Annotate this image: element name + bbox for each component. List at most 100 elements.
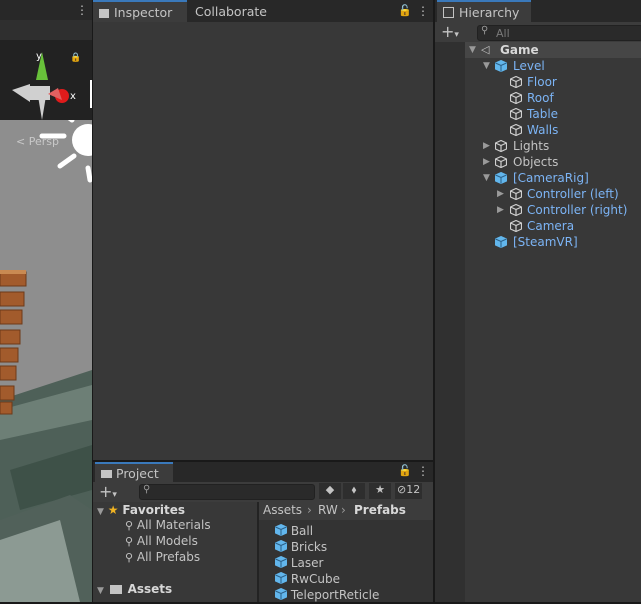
tab-collaborate[interactable]: Collaborate [189, 0, 273, 22]
scene-menu-icon[interactable]: ⋮ [76, 4, 88, 16]
project-panel: Project 🔓 ⋮ +▾ ⚲ ◆ ⬧ ★ ⊘12 ▼ ★ Favorites… [93, 462, 433, 602]
hierarchy-item-label: Walls [527, 123, 559, 137]
collapse-arrow-icon[interactable]: ▶ [483, 138, 490, 154]
gameobject-icon [494, 155, 508, 169]
create-button[interactable]: +▾ [99, 482, 117, 501]
lock-icon[interactable]: 🔒 [70, 53, 81, 63]
axis-y-label: y [36, 51, 42, 62]
asset-item-label: Bricks [290, 540, 328, 554]
collapse-arrow-icon[interactable]: ▶ [497, 186, 504, 202]
hierarchy-item-label: Floor [527, 75, 557, 89]
eye-slash-icon: ⊘ [397, 483, 407, 496]
hierarchy-tabbar: Hierarchy [435, 0, 641, 22]
tab-inspector-label: Inspector [114, 5, 173, 20]
prefab-icon [275, 523, 287, 540]
expand-arrow-icon[interactable]: ▼ [97, 586, 104, 596]
asset-item[interactable]: Ball [275, 523, 313, 539]
gameobject-icon [495, 171, 507, 185]
asset-item[interactable]: Laser [275, 555, 323, 571]
assets-row[interactable]: ▼ Assets [97, 581, 172, 597]
folder-icon [101, 470, 112, 478]
hidden-count: 12 [406, 483, 421, 496]
project-tree: ▼ ★ Favorites ⚲ All Materials ⚲ All Model… [93, 502, 257, 602]
favorite-item[interactable]: ⚲ All Materials [125, 517, 211, 533]
hierarchy-item[interactable]: Table [435, 106, 641, 122]
breadcrumb-assets[interactable]: Assets [263, 503, 302, 517]
scene-panel: ⋮ y x 🔒 < Persp [0, 0, 92, 602]
project-toolbar: +▾ ⚲ ◆ ⬧ ★ ⊘12 [93, 482, 433, 502]
project-menu-icon[interactable]: ⋮ [417, 465, 429, 477]
hierarchy-item-label: Camera [527, 219, 575, 233]
filter-by-label-icon[interactable]: ⬧ [343, 483, 365, 499]
asset-item[interactable]: RwCube [275, 571, 340, 587]
gameobject-icon [509, 107, 523, 121]
asset-item-label: Ball [290, 524, 314, 538]
hierarchy-item[interactable]: Camera [435, 218, 641, 234]
hierarchy-item[interactable]: ▶ Objects [435, 154, 641, 170]
lock-icon[interactable]: 🔓 [398, 4, 412, 17]
create-button[interactable]: +▾ [441, 22, 459, 41]
favorites-row[interactable]: ▼ ★ Favorites [97, 502, 185, 518]
favorite-item[interactable]: ⚲ All Prefabs [125, 549, 200, 565]
collapse-arrow-icon[interactable]: ▶ [483, 154, 490, 170]
search-icon: ⚲ [481, 25, 489, 36]
scene-root-label: Game [500, 43, 539, 57]
gameobject-icon [494, 139, 508, 153]
hierarchy-item[interactable]: ▶ Lights [435, 138, 641, 154]
persp-label[interactable]: < Persp [16, 135, 59, 148]
scene-root-row[interactable]: ▼ ◁ Game [435, 42, 641, 58]
folder-icon [109, 585, 122, 594]
hierarchy-item[interactable]: ▼ Level [435, 58, 641, 74]
tab-inspector[interactable]: Inspector [93, 0, 187, 22]
favorite-item-label: All Materials [136, 518, 211, 532]
prefab-icon [275, 555, 287, 572]
chevron-right-icon: › [307, 503, 312, 517]
lock-icon[interactable]: 🔓 [398, 464, 412, 477]
hierarchy-item[interactable]: Floor [435, 74, 641, 90]
prefab-icon [275, 539, 287, 556]
favorite-item-label: All Prefabs [136, 550, 201, 564]
hierarchy-item-label: [SteamVR] [513, 235, 578, 249]
hierarchy-item[interactable]: ▼ [CameraRig] [435, 170, 641, 186]
hierarchy-search-input[interactable]: ⚲ All [477, 25, 641, 41]
orientation-gizmo[interactable] [0, 40, 92, 120]
tab-project[interactable]: Project [95, 462, 173, 482]
inspector-menu-icon[interactable]: ⋮ [417, 5, 429, 17]
tab-hierarchy-label: Hierarchy [459, 5, 520, 20]
hierarchy-toolbar: +▾ ⚲ All [435, 22, 641, 42]
favorite-item[interactable]: ⚲ All Models [125, 533, 198, 549]
hierarchy-item[interactable]: Roof [435, 90, 641, 106]
expand-arrow-icon[interactable]: ▼ [97, 507, 104, 517]
hierarchy-item[interactable]: ▶ Controller (left) [435, 186, 641, 202]
filter-by-type-icon[interactable]: ◆ [319, 483, 341, 499]
expand-arrow-icon[interactable]: ▼ [483, 170, 490, 186]
project-search-input[interactable]: ⚲ [139, 484, 315, 500]
hierarchy-item-label: Controller (right) [527, 203, 628, 217]
persp-text: Persp [28, 135, 59, 148]
breadcrumb-prefabs[interactable]: Prefabs [354, 503, 406, 517]
gameobject-icon [495, 235, 507, 249]
hierarchy-item[interactable]: Walls [435, 122, 641, 138]
scene-tabbar: ⋮ [0, 0, 92, 20]
scene-viewport[interactable]: y x 🔒 < Persp [0, 40, 92, 602]
hierarchy-item[interactable]: [SteamVR] [435, 234, 641, 250]
favorites-label: Favorites [122, 503, 186, 517]
hierarchy-item[interactable]: ▶ Controller (right) [435, 202, 641, 218]
search-icon: ⚲ [125, 535, 134, 548]
favorite-star-icon[interactable]: ★ [369, 483, 391, 499]
inspector-panel: Inspector Collaborate 🔓 ⋮ [93, 0, 433, 460]
asset-item[interactable]: TeleportReticle [275, 587, 379, 603]
chevron-right-icon: › [341, 503, 346, 517]
project-tabbar: Project 🔓 ⋮ [93, 462, 433, 482]
expand-arrow-icon[interactable]: ▼ [469, 42, 476, 58]
collapse-arrow-icon[interactable]: ▶ [497, 202, 504, 218]
scene-toolbar [0, 20, 92, 60]
project-content: Assets › RW › Prefabs Ball Bricks Laser … [259, 502, 433, 602]
breadcrumb-rw[interactable]: RW [318, 503, 338, 517]
asset-item[interactable]: Bricks [275, 539, 327, 555]
expand-arrow-icon[interactable]: ▼ [483, 58, 490, 74]
inspector-tab-icon [99, 9, 109, 18]
hidden-packages-toggle[interactable]: ⊘12 [395, 483, 423, 499]
tab-hierarchy[interactable]: Hierarchy [437, 0, 531, 22]
search-icon: ⚲ [143, 484, 151, 495]
